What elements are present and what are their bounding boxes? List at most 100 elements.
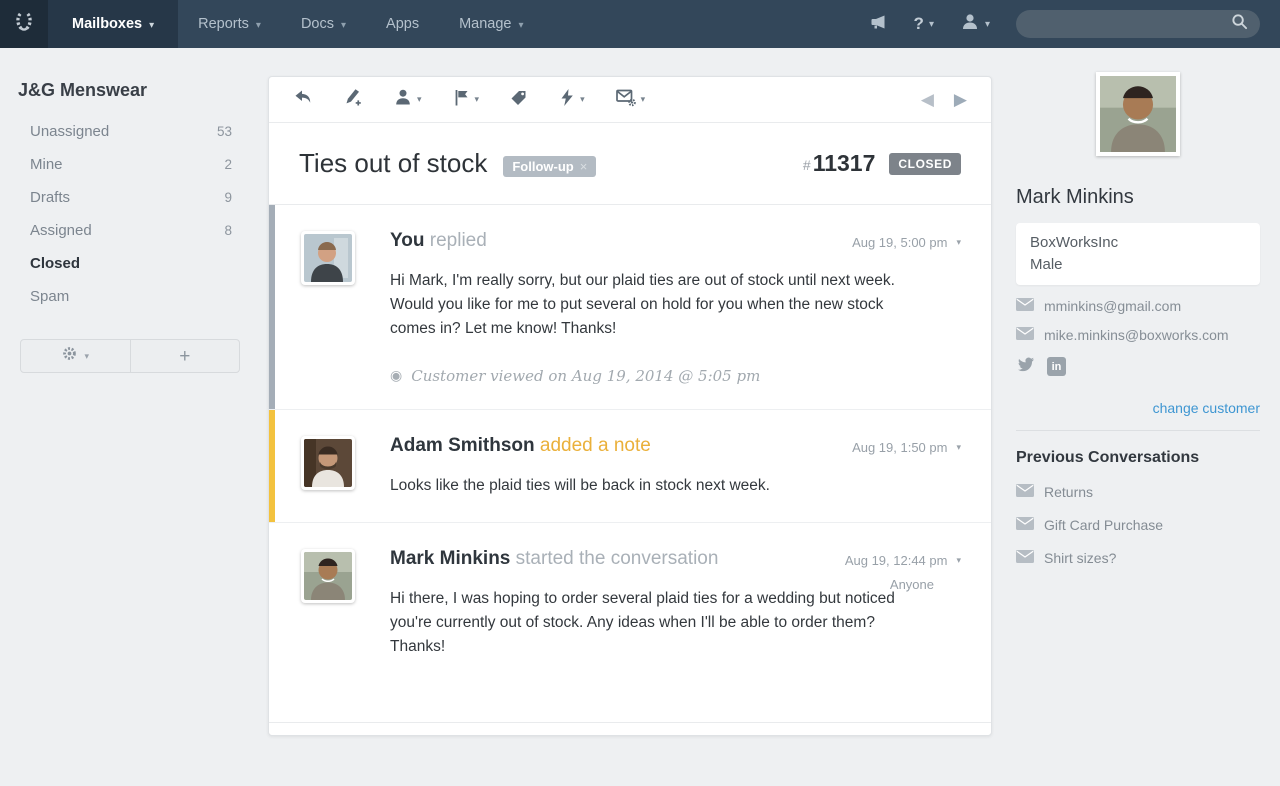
caret-down-icon: ▾: [956, 442, 961, 453]
folder-count: 9: [224, 190, 232, 205]
global-search[interactable]: [1016, 10, 1260, 38]
email-text: mminkins@gmail.com: [1044, 298, 1181, 314]
folder-assigned[interactable]: Assigned 8: [0, 214, 268, 247]
remove-tag-icon[interactable]: ×: [580, 159, 588, 174]
customer-email-primary[interactable]: mminkins@gmail.com: [1016, 298, 1260, 314]
envelope-icon: [1016, 327, 1034, 343]
change-customer-link[interactable]: change customer: [1016, 400, 1260, 416]
caret-down-icon: ▾: [956, 237, 961, 248]
nav-item-label: Reports: [198, 16, 249, 32]
conversation-panel: ▾ ▾ ▾: [268, 76, 992, 736]
previous-conversation-arrow[interactable]: ◀: [921, 90, 934, 110]
message-timestamp: Aug 19, 1:50 pm: [852, 440, 947, 455]
nav-item-reports[interactable]: Reports ▾: [178, 0, 281, 48]
account-menu-button[interactable]: ▾: [960, 12, 990, 37]
folder-count: 2: [224, 157, 232, 172]
folder-list: Unassigned 53 Mine 2 Drafts 9 Assigned 8…: [0, 115, 268, 313]
mailbox-sidebar: J&G Menswear Unassigned 53 Mine 2 Drafts…: [0, 48, 268, 373]
avatar: [301, 231, 355, 285]
folder-unassigned[interactable]: Unassigned 53: [0, 115, 268, 148]
nav-item-label: Apps: [386, 16, 419, 32]
tag-button[interactable]: [509, 88, 528, 112]
add-note-button[interactable]: [343, 87, 364, 113]
previous-conversation-returns[interactable]: Returns: [1016, 484, 1260, 500]
caret-down-icon: ▾: [84, 351, 89, 362]
sidebar-actions: ▾ +: [20, 339, 240, 373]
message-timestamp-menu[interactable]: Aug 19, 1:50 pm ▾: [852, 440, 961, 455]
message-timestamp: Aug 19, 12:44 pm: [845, 553, 948, 568]
message-body: Looks like the plaid ties will be back i…: [390, 474, 933, 498]
plus-icon: +: [179, 347, 190, 366]
previous-conversation-label: Returns: [1044, 484, 1093, 500]
folder-spam[interactable]: Spam: [0, 280, 268, 313]
help-icon: ?: [914, 14, 924, 34]
caret-down-icon: ▾: [417, 94, 422, 105]
new-conversation-button[interactable]: +: [131, 340, 240, 372]
message-body: Hi there, I was hoping to order several …: [390, 587, 933, 659]
customer-social-row: in: [1016, 356, 1260, 378]
nav-items: Mailboxes ▾ Reports ▾ Docs ▾ Apps Manage…: [48, 0, 544, 48]
eye-icon: ◉: [390, 367, 402, 384]
person-icon: [960, 12, 980, 37]
tag-followup[interactable]: Follow-up ×: [503, 156, 596, 177]
message-author: Mark Minkins: [390, 548, 510, 569]
email-settings-button[interactable]: ▾: [615, 87, 646, 113]
laurel-wreath-icon: [11, 9, 37, 40]
reply-button[interactable]: [293, 87, 313, 112]
help-menu-button[interactable]: ? ▾: [914, 14, 934, 34]
search-input[interactable]: [1028, 17, 1231, 32]
folder-count: 53: [217, 124, 232, 139]
linkedin-icon[interactable]: in: [1047, 357, 1066, 376]
message-thread: You replied Hi Mark, I'm really sorry, b…: [269, 205, 991, 722]
hash-symbol: #: [803, 157, 811, 173]
customer-name: Mark Minkins: [1016, 186, 1260, 209]
nav-item-mailboxes[interactable]: Mailboxes ▾: [48, 0, 178, 48]
status-flag-button[interactable]: ▾: [452, 88, 480, 112]
status-badge: CLOSED: [889, 153, 961, 175]
next-conversation-arrow[interactable]: ▶: [954, 90, 967, 110]
customer-avatar: [1096, 72, 1180, 156]
customer-card: BoxWorksInc Male: [1016, 223, 1260, 285]
nav-item-apps[interactable]: Apps: [366, 0, 439, 48]
assign-button[interactable]: ▾: [394, 88, 422, 112]
folder-label: Spam: [30, 288, 69, 305]
viewed-strip: [269, 205, 275, 409]
envelope-icon: [1016, 550, 1034, 566]
previous-conversations-title: Previous Conversations: [1016, 449, 1260, 467]
folder-count: 8: [224, 223, 232, 238]
conversation-toolbar: ▾ ▾ ▾: [269, 77, 991, 123]
envelope-icon: [1016, 517, 1034, 533]
folder-mine[interactable]: Mine 2: [0, 148, 268, 181]
previous-conversation-giftcard[interactable]: Gift Card Purchase: [1016, 517, 1260, 533]
twitter-icon[interactable]: [1016, 356, 1035, 378]
assign-person-icon: [394, 88, 413, 112]
tag-icon: [509, 88, 528, 112]
nav-item-manage[interactable]: Manage ▾: [439, 0, 543, 48]
message-assignee: Anyone: [890, 577, 934, 592]
customer-email-secondary[interactable]: mike.minkins@boxworks.com: [1016, 327, 1260, 343]
mailbox-settings-button[interactable]: ▾: [21, 340, 131, 372]
customer-company: BoxWorksInc: [1030, 232, 1246, 254]
helpscout-logo[interactable]: [0, 0, 48, 48]
envelope-gear-icon: [615, 87, 637, 113]
caret-down-icon: ▾: [929, 19, 934, 30]
lightning-icon: [558, 88, 576, 112]
folder-closed[interactable]: Closed: [0, 247, 268, 280]
folder-label: Unassigned: [30, 123, 109, 140]
message-author: Adam Smithson: [390, 435, 535, 456]
previous-conversation-shirtsizes[interactable]: Shirt sizes?: [1016, 550, 1260, 566]
message-timestamp-menu[interactable]: Aug 19, 12:44 pm ▾: [845, 553, 961, 568]
folder-drafts[interactable]: Drafts 9: [0, 181, 268, 214]
announcements-button[interactable]: [868, 12, 888, 37]
caret-down-icon: ▾: [256, 20, 261, 31]
nav-item-docs[interactable]: Docs ▾: [281, 0, 366, 48]
caret-down-icon: ▾: [341, 20, 346, 31]
caret-down-icon: ▾: [149, 20, 154, 31]
workflow-button[interactable]: ▾: [558, 88, 585, 112]
search-icon[interactable]: [1231, 13, 1248, 35]
envelope-icon: [1016, 298, 1034, 314]
message-action: added a note: [540, 435, 651, 456]
message-timestamp-menu[interactable]: Aug 19, 5:00 pm ▾: [852, 235, 961, 250]
caret-down-icon: ▾: [519, 20, 524, 31]
message-body: Hi Mark, I'm really sorry, but our plaid…: [390, 269, 933, 341]
